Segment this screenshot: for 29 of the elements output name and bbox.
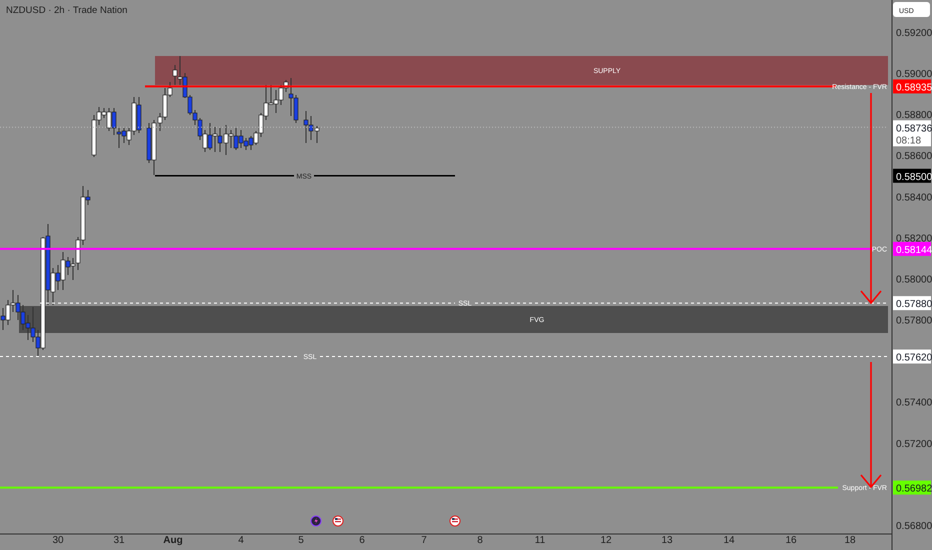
price-label: 0.56800 [896,520,932,532]
price-tag: 0.58736 08:18 [893,120,932,146]
time-label: 7 [421,535,427,546]
time-label: 31 [113,535,125,546]
price-label: 0.58200 [896,233,932,244]
time-label: 16 [785,535,797,546]
price-tag: 0.57620 [893,350,932,364]
price-label: 0.58000 [896,274,932,286]
time-label: 11 [534,535,546,546]
time-label: Aug [163,535,183,546]
price-label: 0.59200 [896,28,932,39]
price-tag: 0.57880 [893,296,932,310]
price-label: 0.58400 [896,192,932,204]
time-label: 13 [661,535,673,546]
time-label: 6 [359,535,365,546]
price-label: 0.58800 [896,110,932,122]
time-label: 5 [298,535,304,546]
time-label: 8 [477,535,483,546]
time-label: 4 [238,535,244,546]
time-label: 12 [600,535,612,546]
price-label: 0.57400 [896,398,932,409]
price-label: 0.57800 [896,316,932,327]
price-label: 0.59000 [896,69,932,80]
time-label: 18 [844,535,856,546]
time-label: 14 [723,535,735,546]
time-label: 30 [52,535,64,546]
price-label: 0.58600 [896,151,932,162]
chart-title: NZDUSD · 2h · Trade Nation [6,5,128,16]
price-label: 0.57200 [896,438,932,450]
